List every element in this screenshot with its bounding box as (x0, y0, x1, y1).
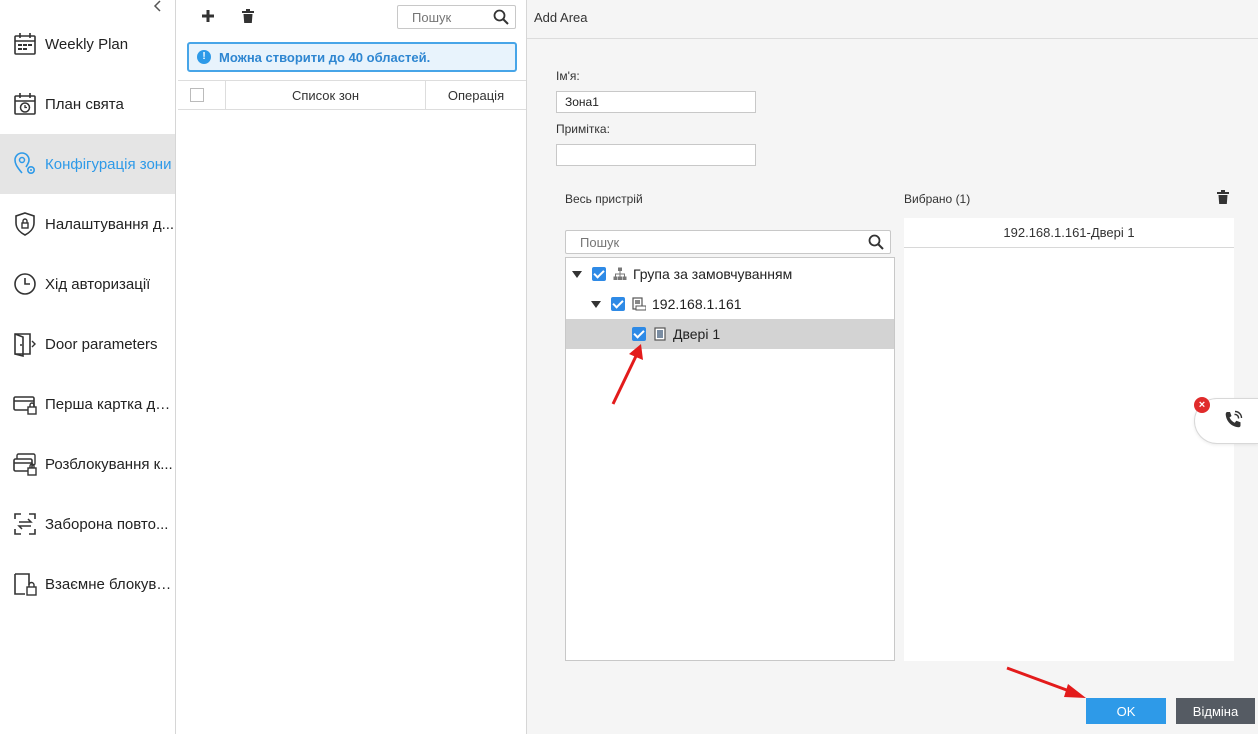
sidebar-item-label: Door parameters (45, 335, 158, 353)
zone-toolbar (176, 0, 526, 36)
tree-node-door[interactable]: Двері 1 (566, 319, 894, 349)
select-all-cell (178, 81, 226, 109)
select-all-checkbox[interactable] (190, 88, 204, 102)
calendar-clock-icon (12, 91, 38, 117)
tree-node-device[interactable]: 192.168.1.161 (566, 289, 894, 319)
zone-list-panel: ! Можна створити до 40 областей. Список … (176, 0, 527, 734)
device-search[interactable] (565, 230, 891, 254)
sidebar-item-label: Weekly Plan (45, 35, 129, 53)
expand-triangle-icon[interactable] (591, 300, 601, 308)
expand-triangle-icon[interactable] (572, 270, 582, 278)
search-icon[interactable] (868, 234, 884, 250)
group-checkbox[interactable] (592, 267, 606, 281)
zone-table-header: Список зон Операція (178, 80, 526, 110)
column-zone-list: Список зон (226, 81, 426, 109)
search-icon[interactable] (493, 9, 509, 25)
sidebar-item-label: Конфігурація зони (45, 155, 172, 173)
panel-title: Add Area (534, 10, 588, 25)
info-text: Можна створити до 40 областей. (219, 49, 431, 65)
sidebar-item-zone-config[interactable]: Конфігурація зони (0, 134, 175, 194)
info-banner: ! Можна створити до 40 областей. (187, 42, 517, 72)
door-icon (12, 331, 38, 357)
ok-button[interactable]: OK (1086, 698, 1166, 724)
zone-search[interactable] (397, 5, 516, 29)
device-checkbox[interactable] (611, 297, 625, 311)
arrows-exchange-icon (12, 511, 38, 537)
door-icon (653, 327, 667, 341)
tree-node-label: Двері 1 (673, 326, 721, 342)
device-search-input[interactable] (566, 231, 846, 253)
sidebar-item-holiday-plan[interactable]: План свята (0, 74, 175, 134)
sidebar-item-anti-passback[interactable]: Заборона повто... (0, 494, 175, 554)
trash-icon[interactable] (240, 8, 256, 26)
tree-node-label: 192.168.1.161 (652, 296, 742, 312)
selected-item[interactable]: 192.168.1.161-Двері 1 (904, 218, 1234, 248)
clock-icon (12, 271, 38, 297)
interlock-icon (12, 571, 38, 597)
column-operation: Операція (447, 87, 505, 103)
title-divider (527, 38, 1258, 39)
sidebar-item-first-card[interactable]: Перша картка дл... (0, 374, 175, 434)
door-checkbox[interactable] (632, 327, 646, 341)
org-tree-icon (613, 267, 627, 281)
add-area-panel: Add Area Ім'я: Зона1 Примітка: Весь прис… (527, 0, 1258, 734)
card-lock-icon (12, 391, 38, 417)
cards-lock-icon (12, 451, 38, 477)
tree-node-label: Група за замовчуванням (633, 266, 793, 282)
location-gear-icon (12, 151, 38, 177)
trash-icon[interactable] (1217, 190, 1231, 206)
all-devices-label: Весь пристрій (565, 192, 643, 206)
sidebar-item-label: План свята (45, 95, 124, 113)
device-icon (632, 297, 646, 311)
device-tree: Група за замовчуванням 192.168.1.161 Две… (565, 257, 895, 661)
tree-node-group[interactable]: Група за замовчуванням (566, 259, 894, 289)
sidebar-item-door-parameters[interactable]: Door parameters (0, 314, 175, 374)
sidebar-item-label: Перша картка дл... (45, 395, 175, 413)
sidebar-item-door-settings[interactable]: Налаштування д... (0, 194, 175, 254)
sidebar-item-authorization[interactable]: Хід авторизації (0, 254, 175, 314)
add-icon[interactable] (200, 8, 216, 26)
selected-list: 192.168.1.161-Двері 1 (904, 218, 1234, 661)
sidebar-item-label: Налаштування д... (45, 215, 175, 233)
sidebar-item-interlock[interactable]: Взаємне блокува... (0, 554, 175, 614)
close-icon[interactable]: × (1194, 397, 1210, 413)
sidebar-item-label: Розблокування к... (45, 455, 173, 473)
zone-search-input[interactable] (398, 6, 486, 28)
calendar-grid-icon (12, 31, 38, 57)
sidebar-item-weekly-plan[interactable]: Weekly Plan (0, 14, 175, 74)
sidebar-item-label: Взаємне блокува... (45, 575, 175, 593)
name-label: Ім'я: (556, 69, 580, 83)
cancel-button[interactable]: Відміна (1176, 698, 1255, 724)
sidebar-item-label: Хід авторизації (45, 275, 151, 293)
note-label: Примітка: (556, 122, 610, 136)
chevron-left-icon[interactable] (150, 0, 166, 14)
note-input[interactable] (556, 144, 756, 166)
sidebar-item-label: Заборона повто... (45, 515, 169, 533)
info-icon: ! (197, 50, 211, 64)
sidebar-item-multi-card-unlock[interactable]: Розблокування к... (0, 434, 175, 494)
phone-icon[interactable] (1222, 409, 1244, 434)
sidebar: Weekly Plan План свята Конфігурація зони… (0, 0, 176, 734)
shield-icon (12, 211, 38, 237)
name-input[interactable]: Зона1 (556, 91, 756, 113)
selected-count-label: Вибрано (1) (904, 192, 971, 206)
